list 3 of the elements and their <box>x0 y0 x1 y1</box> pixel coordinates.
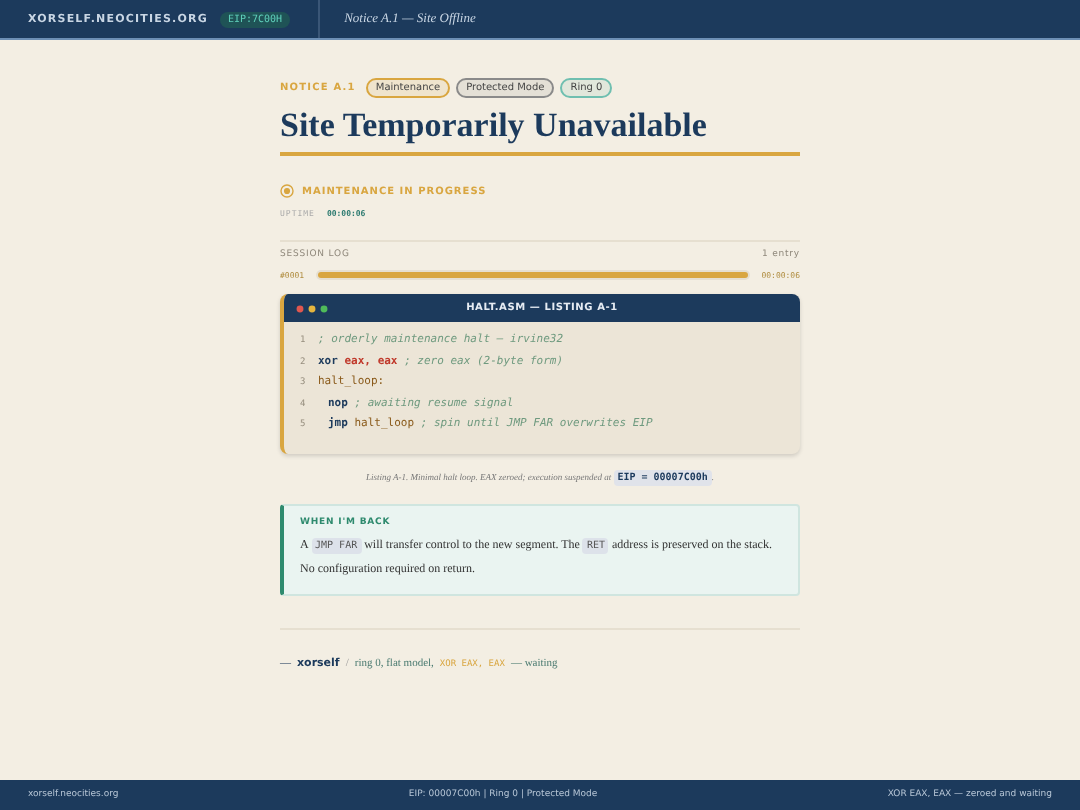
window-controls-icon <box>296 303 328 313</box>
page-title: Site Temporarily Unavailable <box>280 106 800 156</box>
status-icon <box>280 184 294 198</box>
